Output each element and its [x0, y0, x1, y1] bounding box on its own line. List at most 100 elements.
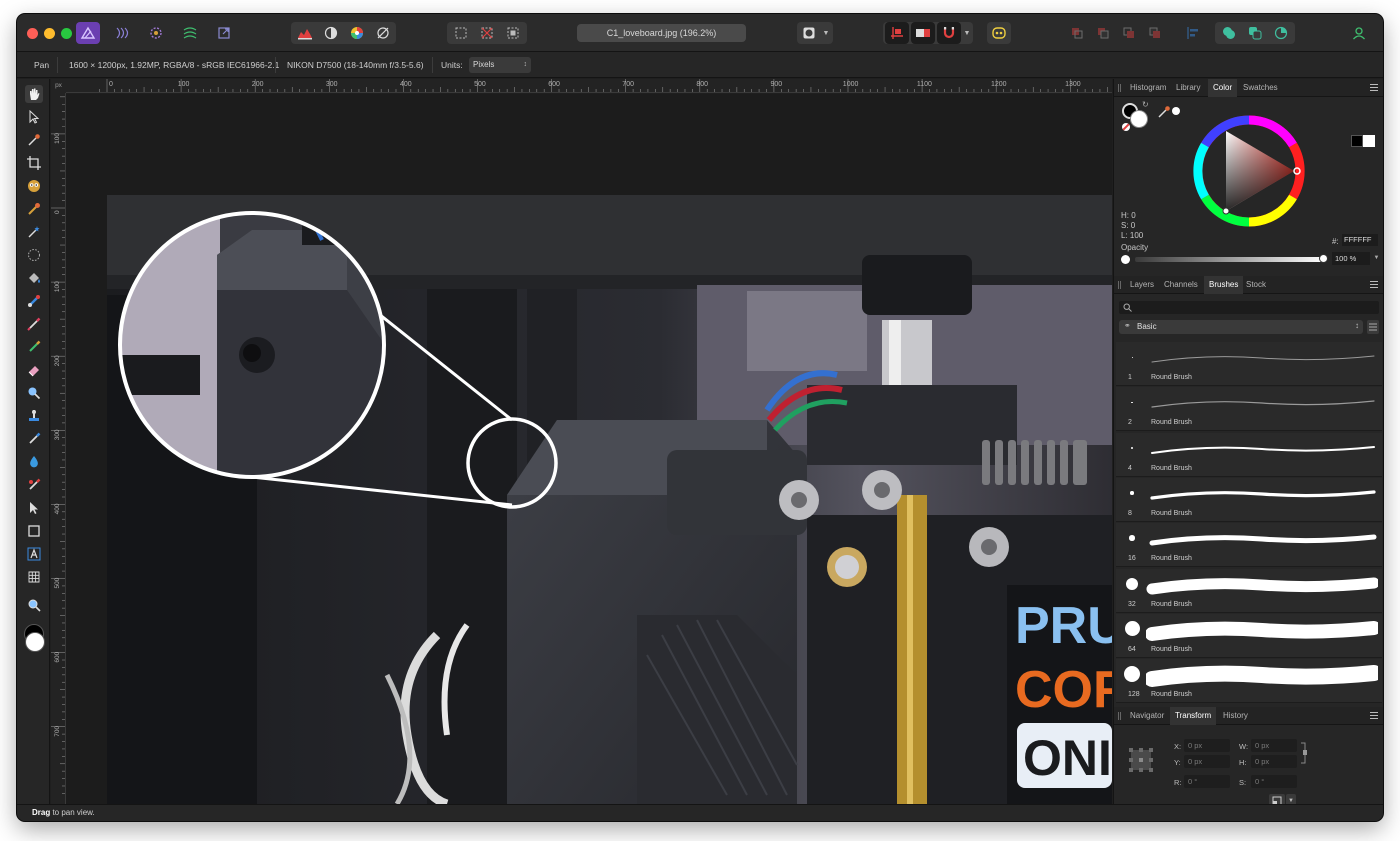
brush-panel-options-button[interactable]	[1367, 320, 1379, 334]
mesh-warp-tool[interactable]	[25, 568, 43, 586]
flood-select-tool[interactable]	[25, 200, 43, 218]
brush-item[interactable]: 32 Round Brush	[1116, 568, 1382, 613]
color-wheel[interactable]	[1193, 115, 1305, 227]
panel-menu-icon[interactable]	[1370, 84, 1378, 91]
tab-transform[interactable]: Transform	[1170, 707, 1217, 725]
tab-library[interactable]: Library	[1171, 79, 1205, 97]
text-tool[interactable]	[25, 545, 43, 563]
anchor-selector[interactable]	[1128, 747, 1154, 773]
close-window-button[interactable]	[27, 28, 38, 39]
auto-colors-button[interactable]	[345, 22, 369, 44]
move-forward-one-button[interactable]	[1117, 22, 1141, 44]
fill-tool[interactable]	[25, 269, 43, 287]
panel-grip-icon[interactable]	[1118, 281, 1121, 289]
smudge-tool[interactable]	[25, 430, 43, 448]
opacity-slider[interactable]	[1135, 257, 1325, 262]
brush-item[interactable]: 2 Round Brush	[1116, 387, 1382, 432]
node-tool[interactable]	[25, 499, 43, 517]
invert-selection-button[interactable]	[501, 22, 525, 44]
tab-color[interactable]: Color	[1208, 79, 1238, 97]
brush-item[interactable]: 1 Round Brush	[1116, 342, 1382, 386]
opacity-input[interactable]: 100 %	[1332, 252, 1370, 265]
white-swatch[interactable]	[1363, 135, 1375, 147]
panel-grip-icon[interactable]	[1118, 84, 1121, 92]
tab-layers[interactable]: Layers	[1125, 276, 1159, 294]
swap-colors-icon[interactable]: ↻	[1142, 100, 1149, 109]
add-boolean-button[interactable]	[1217, 22, 1241, 44]
brush-item[interactable]: 4 Round Brush	[1116, 432, 1382, 477]
zoom-tool[interactable]	[25, 596, 43, 614]
auto-white-balance-button[interactable]	[371, 22, 395, 44]
minimize-window-button[interactable]	[44, 28, 55, 39]
move-tool[interactable]	[25, 108, 43, 126]
tab-channels[interactable]: Channels	[1159, 276, 1203, 294]
tab-stock[interactable]: Stock	[1241, 276, 1271, 294]
move-to-back-button[interactable]	[1065, 22, 1089, 44]
photo-persona-button[interactable]	[76, 22, 100, 44]
gradient-tool[interactable]	[25, 292, 43, 310]
tone-mapping-persona-button[interactable]	[178, 22, 202, 44]
healing-brush-tool[interactable]	[25, 338, 43, 356]
develop-persona-button[interactable]	[144, 22, 168, 44]
tab-histogram[interactable]: Histogram	[1125, 79, 1171, 97]
brush-item[interactable]: 16 Round Brush	[1116, 523, 1382, 568]
rotation-input[interactable]: 0 °	[1184, 775, 1230, 788]
brush-category-select[interactable]: ⚭ Basic ↕	[1119, 320, 1363, 334]
move-to-front-button[interactable]	[1143, 22, 1167, 44]
view-tool[interactable]	[25, 85, 43, 103]
crop-tool[interactable]	[25, 154, 43, 172]
shear-input[interactable]: 0 °	[1251, 775, 1297, 788]
snapping-dropdown[interactable]: ▼	[961, 22, 973, 44]
liquify-persona-button[interactable]	[110, 22, 134, 44]
color-picker-icon[interactable]	[1157, 105, 1171, 119]
brush-item[interactable]: 64 Round Brush	[1116, 613, 1382, 658]
brush-search-input[interactable]	[1119, 301, 1379, 314]
hex-input[interactable]: FFFFFF	[1342, 234, 1378, 246]
move-back-one-button[interactable]	[1091, 22, 1115, 44]
intersect-boolean-button[interactable]	[1269, 22, 1293, 44]
h-input[interactable]: 0 px	[1251, 755, 1297, 768]
brush-item[interactable]: 8 Round Brush	[1116, 477, 1382, 522]
units-select[interactable]: Pixels ↕	[469, 57, 531, 73]
view-mode-button[interactable]	[911, 22, 935, 44]
y-input[interactable]: 0 px	[1184, 755, 1230, 768]
x-input[interactable]: 0 px	[1184, 739, 1230, 752]
blur-tool[interactable]	[25, 453, 43, 471]
deselect-button[interactable]	[475, 22, 499, 44]
export-persona-button[interactable]	[212, 22, 236, 44]
quick-mask-button[interactable]	[797, 22, 821, 44]
marquee-tool[interactable]	[25, 246, 43, 264]
assistant-button[interactable]	[987, 22, 1011, 44]
zoom-window-button[interactable]	[61, 28, 72, 39]
fill-color-well[interactable]	[1130, 110, 1148, 128]
black-swatch[interactable]	[1351, 135, 1363, 147]
tab-history[interactable]: History	[1218, 707, 1253, 725]
tab-brushes[interactable]: Brushes	[1204, 276, 1244, 294]
force-pixel-alignment-button[interactable]	[937, 22, 961, 44]
quick-mask-dropdown[interactable]: ▼	[820, 22, 832, 44]
no-color-icon[interactable]	[1122, 123, 1130, 131]
select-all-button[interactable]	[449, 22, 473, 44]
snapping-button[interactable]	[885, 22, 909, 44]
clone-brush-tool[interactable]	[25, 407, 43, 425]
magic-wand-tool[interactable]	[25, 223, 43, 241]
opacity-slider-handle[interactable]	[1319, 254, 1328, 263]
color-picker-tool[interactable]	[25, 131, 43, 149]
aspect-lock-icon[interactable]	[1300, 741, 1308, 765]
panel-grip-icon[interactable]	[1118, 712, 1121, 720]
rectangle-tool[interactable]	[25, 522, 43, 540]
panel-menu-icon[interactable]	[1370, 712, 1378, 719]
selection-brush-tool[interactable]	[25, 177, 43, 195]
levels-button[interactable]	[293, 22, 317, 44]
w-input[interactable]: 0 px	[1251, 739, 1297, 752]
subtract-boolean-button[interactable]	[1243, 22, 1267, 44]
red-eye-tool[interactable]	[25, 476, 43, 494]
auto-contrast-button[interactable]	[319, 22, 343, 44]
tab-navigator[interactable]: Navigator	[1125, 707, 1169, 725]
document-canvas[interactable]: PRU COF ONI	[66, 94, 1112, 804]
align-button[interactable]	[1181, 22, 1205, 44]
tab-swatches[interactable]: Swatches	[1238, 79, 1283, 97]
paint-brush-tool[interactable]	[25, 315, 43, 333]
account-button[interactable]	[1347, 22, 1371, 44]
dodge-tool[interactable]	[25, 384, 43, 402]
